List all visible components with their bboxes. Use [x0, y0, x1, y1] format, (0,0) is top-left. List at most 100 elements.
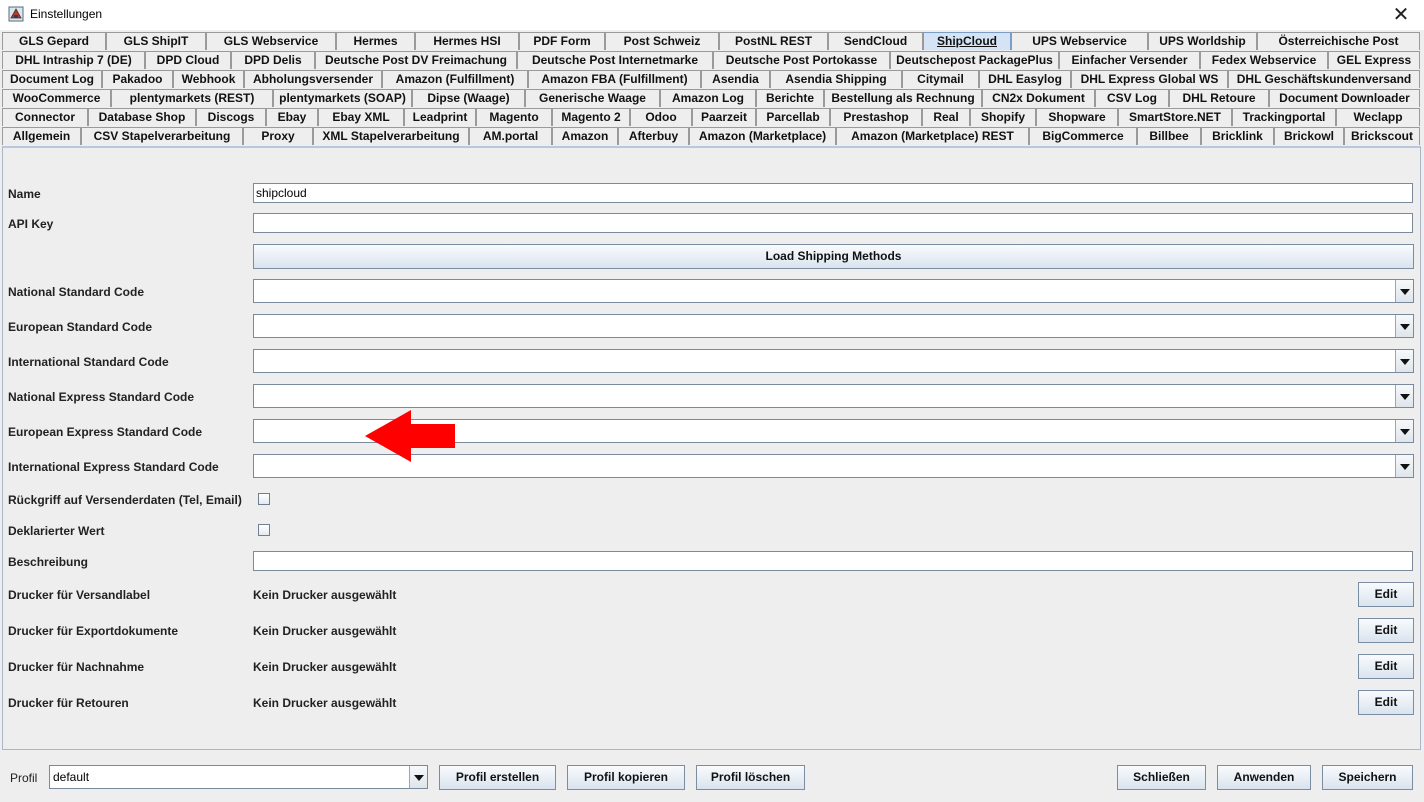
- tab-fedex-webservice[interactable]: Fedex Webservice: [1200, 51, 1328, 69]
- tab-asendia[interactable]: Asendia: [701, 70, 770, 88]
- tab-ebay[interactable]: Ebay: [266, 108, 318, 126]
- tab-dipse-waage[interactable]: Dipse (Waage): [412, 89, 525, 107]
- tab-bestellung-als-rechnung[interactable]: Bestellung als Rechnung: [824, 89, 982, 107]
- tab-dhl-geschäftskundenversand[interactable]: DHL Geschäftskundenversand: [1228, 70, 1420, 88]
- edit-printer-export-button[interactable]: Edit: [1358, 618, 1414, 643]
- tab-proxy[interactable]: Proxy: [243, 127, 313, 145]
- tab-allgemein[interactable]: Allgemein: [2, 127, 81, 145]
- tab-deutsche-post-portokasse[interactable]: Deutsche Post Portokasse: [713, 51, 890, 69]
- tab-database-shop[interactable]: Database Shop: [88, 108, 196, 126]
- tab-weclapp[interactable]: Weclapp: [1336, 108, 1420, 126]
- edit-printer-cod-button[interactable]: Edit: [1358, 654, 1414, 679]
- tab-plentymarkets-soap[interactable]: plentymarkets (SOAP): [273, 89, 412, 107]
- tab-amazon-marketplace-rest[interactable]: Amazon (Marketplace) REST: [836, 127, 1029, 145]
- tab-smartstore-net[interactable]: SmartStore.NET: [1118, 108, 1232, 126]
- tab-document-log[interactable]: Document Log: [2, 70, 102, 88]
- tab-csv-stapelverarbeitung[interactable]: CSV Stapelverarbeitung: [81, 127, 243, 145]
- tab-gls-gepard[interactable]: GLS Gepard: [2, 32, 106, 50]
- save-button[interactable]: Speichern: [1322, 765, 1413, 790]
- tab-sendcloud[interactable]: SendCloud: [828, 32, 923, 50]
- tab-deutsche-post-internetmarke[interactable]: Deutsche Post Internetmarke: [517, 51, 713, 69]
- close-button[interactable]: Schließen: [1117, 765, 1206, 790]
- tab-ups-worldship[interactable]: UPS Worldship: [1148, 32, 1257, 50]
- tab-gls-webservice[interactable]: GLS Webservice: [206, 32, 336, 50]
- tab-connector[interactable]: Connector: [2, 108, 88, 126]
- dropdown-button[interactable]: [1395, 455, 1413, 477]
- tab-shipcloud[interactable]: ShipCloud: [923, 32, 1011, 50]
- copy-profile-button[interactable]: Profil kopieren: [567, 765, 685, 790]
- delete-profile-button[interactable]: Profil löschen: [696, 765, 805, 790]
- tab-citymail[interactable]: Citymail: [902, 70, 979, 88]
- tab-österreichische-post[interactable]: Österreichische Post: [1257, 32, 1420, 50]
- tab-brickowl[interactable]: Brickowl: [1274, 127, 1344, 145]
- edit-printer-returns-button[interactable]: Edit: [1358, 690, 1414, 715]
- apply-button[interactable]: Anwenden: [1217, 765, 1311, 790]
- dropdown-button[interactable]: [1395, 280, 1413, 302]
- tab-berichte[interactable]: Berichte: [756, 89, 824, 107]
- load-shipping-methods-button[interactable]: Load Shipping Methods: [253, 244, 1414, 269]
- tab-paarzeit[interactable]: Paarzeit: [692, 108, 756, 126]
- tab-am-portal[interactable]: AM.portal: [469, 127, 552, 145]
- api-key-field[interactable]: [253, 213, 1413, 233]
- european-standard-code-select[interactable]: [253, 314, 1414, 338]
- tab-amazon-log[interactable]: Amazon Log: [660, 89, 756, 107]
- tab-pakadoo[interactable]: Pakadoo: [102, 70, 173, 88]
- tab-abholungsversender[interactable]: Abholungsversender: [244, 70, 382, 88]
- national-express-standard-code-select[interactable]: [253, 384, 1414, 408]
- tab-woocommerce[interactable]: WooCommerce: [2, 89, 111, 107]
- national-standard-code-select[interactable]: [253, 279, 1414, 303]
- tab-csv-log[interactable]: CSV Log: [1095, 89, 1169, 107]
- tab-real[interactable]: Real: [922, 108, 970, 126]
- dropdown-button[interactable]: [1395, 420, 1413, 442]
- tab-billbee[interactable]: Billbee: [1137, 127, 1201, 145]
- create-profile-button[interactable]: Profil erstellen: [439, 765, 556, 790]
- declared-value-checkbox[interactable]: [258, 524, 270, 536]
- tab-asendia-shipping[interactable]: Asendia Shipping: [770, 70, 902, 88]
- description-field[interactable]: [253, 551, 1413, 571]
- international-standard-code-select[interactable]: [253, 349, 1414, 373]
- tab-bigcommerce[interactable]: BigCommerce: [1029, 127, 1137, 145]
- tab-amazon-marketplace[interactable]: Amazon (Marketplace): [689, 127, 836, 145]
- tab-amazon[interactable]: Amazon: [552, 127, 618, 145]
- tab-hermes-hsi[interactable]: Hermes HSI: [415, 32, 519, 50]
- profile-select[interactable]: default: [49, 765, 428, 789]
- tab-discogs[interactable]: Discogs: [196, 108, 266, 126]
- tab-deutsche-post-dv-freimachung[interactable]: Deutsche Post DV Freimachung: [315, 51, 517, 69]
- tab-shopware[interactable]: Shopware: [1036, 108, 1118, 126]
- tab-gls-shipit[interactable]: GLS ShipIT: [106, 32, 206, 50]
- tab-deutschepost-packageplus[interactable]: Deutschepost PackagePlus: [890, 51, 1059, 69]
- tab-parcellab[interactable]: Parcellab: [756, 108, 830, 126]
- tab-dpd-cloud[interactable]: DPD Cloud: [145, 51, 231, 69]
- tab-document-downloader[interactable]: Document Downloader: [1269, 89, 1420, 107]
- tab-xml-stapelverarbeitung[interactable]: XML Stapelverarbeitung: [313, 127, 469, 145]
- dropdown-button[interactable]: [1395, 315, 1413, 337]
- tab-amazon-fulfillment[interactable]: Amazon (Fulfillment): [382, 70, 528, 88]
- tab-prestashop[interactable]: Prestashop: [830, 108, 922, 126]
- tab-dhl-easylog[interactable]: DHL Easylog: [979, 70, 1071, 88]
- dropdown-button[interactable]: [409, 766, 427, 788]
- tab-postnl-rest[interactable]: PostNL REST: [719, 32, 828, 50]
- tab-einfacher-versender[interactable]: Einfacher Versender: [1059, 51, 1200, 69]
- dropdown-button[interactable]: [1395, 385, 1413, 407]
- tab-ebay-xml[interactable]: Ebay XML: [318, 108, 404, 126]
- tab-post-schweiz[interactable]: Post Schweiz: [605, 32, 719, 50]
- tab-gel-express[interactable]: GEL Express: [1328, 51, 1420, 69]
- tab-dhl-express-global-ws[interactable]: DHL Express Global WS: [1071, 70, 1228, 88]
- tab-ups-webservice[interactable]: UPS Webservice: [1011, 32, 1148, 50]
- tab-bricklink[interactable]: Bricklink: [1201, 127, 1274, 145]
- close-window-icon[interactable]: ✕: [1378, 0, 1424, 30]
- tab-brickscout[interactable]: Brickscout: [1344, 127, 1420, 145]
- tab-plentymarkets-rest[interactable]: plentymarkets (REST): [111, 89, 273, 107]
- tab-afterbuy[interactable]: Afterbuy: [618, 127, 689, 145]
- tab-generische-waage[interactable]: Generische Waage: [525, 89, 660, 107]
- tab-pdf-form[interactable]: PDF Form: [519, 32, 605, 50]
- tab-amazon-fba-fulfillment[interactable]: Amazon FBA (Fulfillment): [528, 70, 701, 88]
- name-field[interactable]: shipcloud: [253, 183, 1413, 203]
- dropdown-button[interactable]: [1395, 350, 1413, 372]
- tab-dpd-delis[interactable]: DPD Delis: [231, 51, 315, 69]
- tab-magento-2[interactable]: Magento 2: [552, 108, 630, 126]
- tab-cn2x-dokument[interactable]: CN2x Dokument: [982, 89, 1095, 107]
- tab-trackingportal[interactable]: Trackingportal: [1232, 108, 1336, 126]
- tab-odoo[interactable]: Odoo: [630, 108, 692, 126]
- sender-fallback-checkbox[interactable]: [258, 493, 270, 505]
